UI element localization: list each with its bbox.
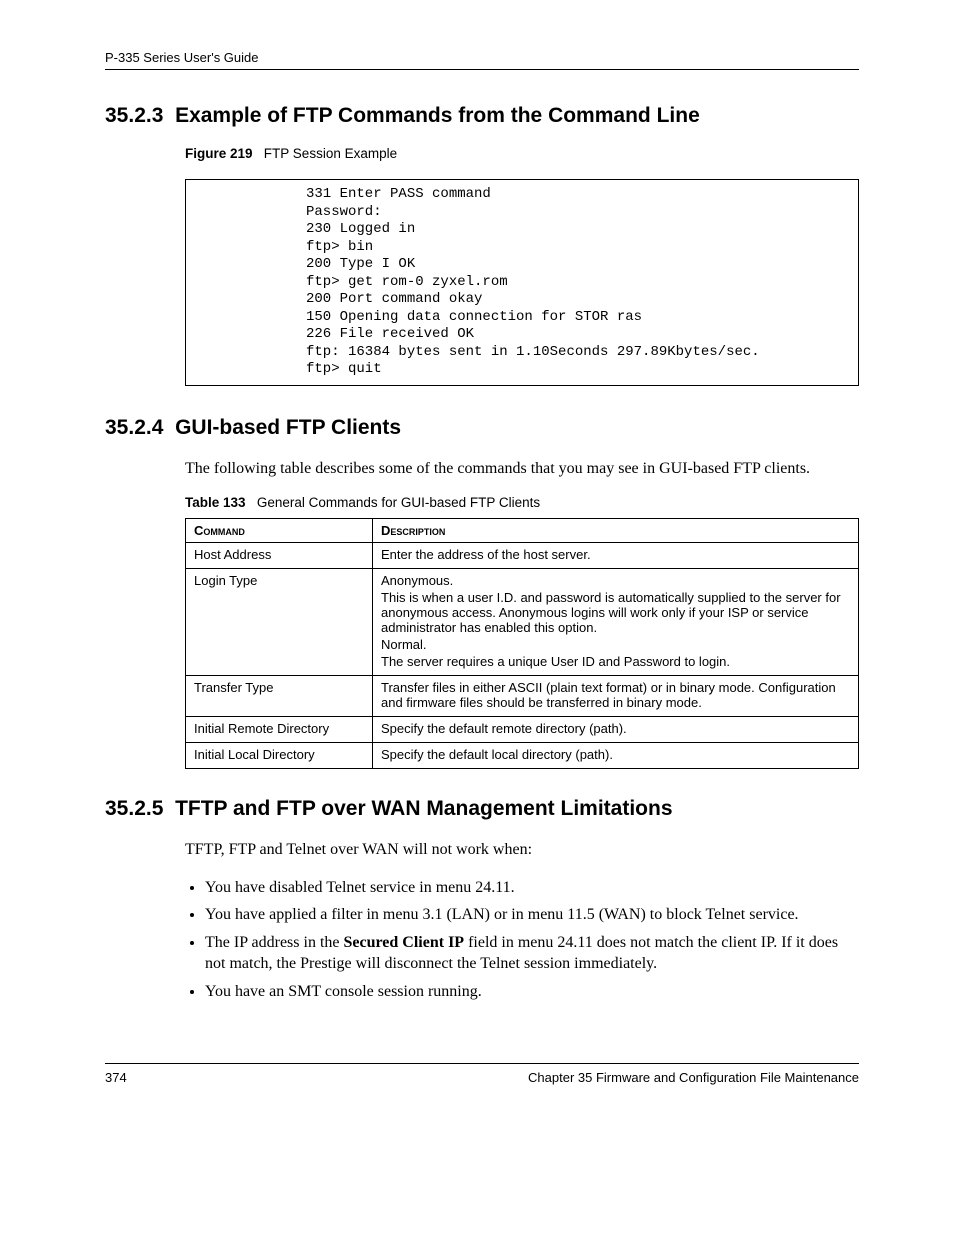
list-item: You have an SMT console session running. [205,981,859,1003]
chapter-label: Chapter 35 Firmware and Configuration Fi… [528,1070,859,1085]
section-title: TFTP and FTP over WAN Management Limitat… [175,797,672,820]
page-number: 374 [105,1070,127,1085]
paragraph: The following table describes some of th… [185,458,859,480]
table-row: Login Type Anonymous. This is when a use… [186,569,859,676]
cmd-cell: Host Address [186,543,373,569]
list-item: You have applied a filter in menu 3.1 (L… [205,904,859,926]
commands-table: Command Description Host Address Enter t… [185,518,859,769]
table-row: Transfer Type Transfer files in either A… [186,676,859,717]
cmd-cell: Transfer Type [186,676,373,717]
section-title: GUI-based FTP Clients [175,416,401,439]
table-header-row: Command Description [186,519,859,543]
limitations-list: You have disabled Telnet service in menu… [205,877,859,1003]
section-num: 35.2.5 [105,797,163,820]
col-command: Command [186,519,373,543]
list-item: You have disabled Telnet service in menu… [205,877,859,899]
cmd-cell: Initial Remote Directory [186,717,373,743]
table-row: Initial Remote Directory Specify the def… [186,717,859,743]
page-footer: 374 Chapter 35 Firmware and Configuratio… [105,1063,859,1085]
section-35-2-3: 35.2.3 Example of FTP Commands from the … [105,104,859,128]
desc-cell: Enter the address of the host server. [373,543,859,569]
desc-cell: Transfer files in either ASCII (plain te… [373,676,859,717]
section-35-2-5: 35.2.5 TFTP and FTP over WAN Management … [105,797,859,821]
table-text: General Commands for GUI-based FTP Clien… [257,495,540,510]
figure-label: Figure 219 [185,146,253,161]
table-label: Table 133 [185,495,246,510]
paragraph: TFTP, FTP and Telnet over WAN will not w… [185,839,859,861]
figure-caption: Figure 219 FTP Session Example [185,146,859,161]
list-item: The IP address in the Secured Client IP … [205,932,859,975]
col-description: Description [373,519,859,543]
table-row: Initial Local Directory Specify the defa… [186,743,859,769]
section-title: Example of FTP Commands from the Command… [175,104,700,127]
desc-cell: Specify the default remote directory (pa… [373,717,859,743]
guide-title: P-335 Series User's Guide [105,50,259,65]
page-header: P-335 Series User's Guide [105,50,859,70]
table-caption: Table 133 General Commands for GUI-based… [185,495,859,510]
section-35-2-4: 35.2.4 GUI-based FTP Clients [105,416,859,440]
desc-cell: Specify the default local directory (pat… [373,743,859,769]
cmd-cell: Login Type [186,569,373,676]
figure-text: FTP Session Example [264,146,397,161]
section-num: 35.2.4 [105,416,163,439]
ftp-session-code: 331 Enter PASS command Password: 230 Log… [185,179,859,386]
desc-cell: Anonymous. This is when a user I.D. and … [373,569,859,676]
cmd-cell: Initial Local Directory [186,743,373,769]
table-row: Host Address Enter the address of the ho… [186,543,859,569]
section-num: 35.2.3 [105,104,163,127]
